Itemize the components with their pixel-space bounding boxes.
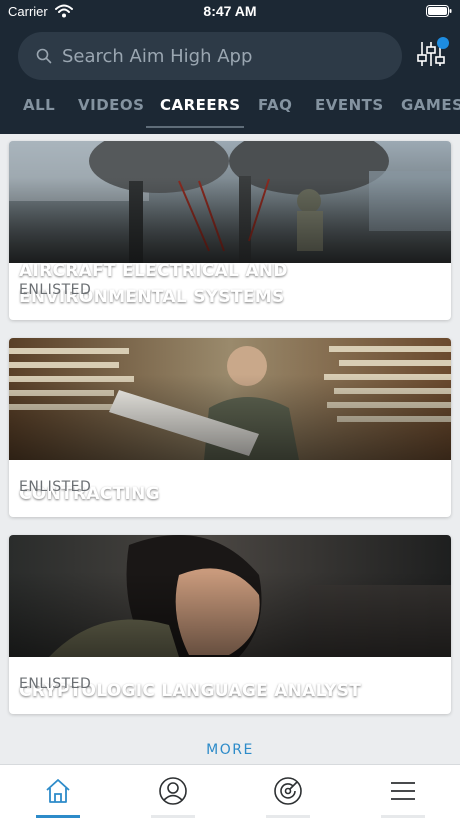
- search-icon: [36, 48, 52, 64]
- search-bar[interactable]: [18, 32, 402, 80]
- home-icon: [46, 779, 70, 803]
- tab-careers[interactable]: CAREERS: [160, 96, 241, 134]
- career-card-tag: ENLISTED: [19, 479, 92, 495]
- battery-icon: [426, 5, 452, 17]
- profile-icon: [159, 777, 187, 805]
- career-card-tag: ENLISTED: [19, 676, 92, 692]
- clock: 8:47 AM: [203, 3, 257, 19]
- tab-videos[interactable]: VIDEOS: [78, 96, 144, 134]
- tab-games[interactable]: GAMES: [401, 96, 460, 134]
- career-card-image: [9, 338, 451, 460]
- bottom-navigation: [0, 764, 460, 818]
- filter-notification-badge: [437, 37, 449, 49]
- category-tabs: ALL VIDEOS CAREERS FAQ EVENTS GAMES: [0, 96, 460, 134]
- tab-all[interactable]: ALL: [23, 96, 55, 134]
- nav-menu[interactable]: [345, 765, 460, 818]
- target-icon: [274, 777, 302, 805]
- search-input[interactable]: [62, 32, 382, 80]
- app-header: Carrier 8:47 AM ALL VIDEOS CAREERS: [0, 0, 460, 134]
- tab-events[interactable]: EVENTS: [315, 96, 384, 134]
- active-tab-underline: [146, 126, 244, 128]
- nav-target[interactable]: [230, 765, 345, 818]
- more-link[interactable]: MORE: [0, 742, 460, 758]
- career-card-image: [9, 535, 451, 657]
- career-card[interactable]: CONTRACTING ENLISTED: [9, 338, 451, 517]
- tab-faq[interactable]: FAQ: [258, 96, 292, 134]
- status-bar: Carrier 8:47 AM: [0, 0, 460, 24]
- career-card[interactable]: AIRCRAFT ELECTRICAL AND ENVIRONMENTAL SY…: [9, 141, 451, 320]
- nav-profile[interactable]: [115, 765, 230, 818]
- career-card-image: [9, 141, 451, 263]
- career-card-tag: ENLISTED: [19, 282, 92, 298]
- menu-icon: [391, 782, 415, 800]
- nav-home[interactable]: [0, 765, 115, 818]
- career-card[interactable]: CRYPTOLOGIC LANGUAGE ANALYST ENLISTED: [9, 535, 451, 714]
